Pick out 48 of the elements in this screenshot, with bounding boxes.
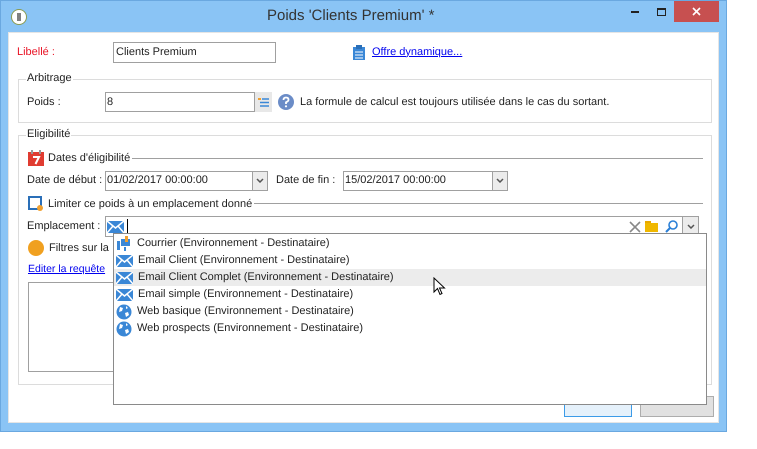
formula-button[interactable] — [255, 92, 272, 112]
envelope-icon — [116, 288, 133, 300]
help-icon — [278, 94, 294, 110]
close-icon — [692, 7, 701, 16]
option-label: Courrier (Environnement - Destinataire) — [137, 236, 330, 252]
weight-field[interactable]: 8 — [105, 92, 255, 112]
window-title: Poids 'Clients Premium' * — [267, 6, 434, 26]
field-label: Emplacement : — [26, 219, 102, 234]
dropdown-button[interactable] — [252, 172, 267, 190]
option-label: Email simple (Environnement - Destinataire) — [138, 287, 354, 302]
globe-icon — [116, 320, 132, 336]
field-label: Date de début : — [26, 173, 104, 188]
envelope-icon — [116, 272, 133, 284]
dropdown-button[interactable] — [492, 172, 507, 190]
option-label: Web basique (Environnement - Destinataire) — [137, 304, 354, 320]
end-date-field[interactable]: 15/02/2017 00:00:00 — [343, 170, 508, 190]
mailbox-icon — [116, 236, 132, 252]
group-title: Arbitrage — [26, 71, 73, 85]
edit-query-link[interactable]: Editer la requête — [28, 262, 106, 278]
group-title: Eligibilité — [26, 127, 72, 141]
chevron-down-icon — [496, 178, 504, 183]
chevron-down-icon — [686, 224, 694, 229]
option-label: Email Client (Environnement - Destinataire) — [138, 253, 350, 268]
search-icon[interactable] — [665, 220, 678, 233]
field-label: Date de fin : — [276, 173, 336, 188]
section-heading: Limiter ce poids à un emplacement donné — [48, 196, 252, 212]
app-icon — [11, 8, 27, 24]
close-button[interactable] — [674, 1, 719, 22]
section-heading: Dates d'éligibilité — [48, 151, 130, 166]
field-label: Poids : — [26, 94, 62, 110]
text-field[interactable]: Clients Premium — [113, 42, 276, 62]
option-label: Web prospects (Environnement - Destinataire) — [137, 321, 364, 336]
start-date-field[interactable]: 01/02/2017 00:00:00 — [105, 170, 268, 190]
list-icon — [258, 98, 269, 106]
folder-icon[interactable] — [645, 221, 658, 232]
clipboard-icon — [353, 44, 365, 60]
filter-label: Filtres sur la — [49, 241, 109, 256]
cursor-icon — [433, 277, 446, 296]
calendar-icon — [28, 150, 44, 166]
option-label: Email Client Complet (Environnement - Destinataire) — [138, 270, 394, 286]
globe-icon — [116, 304, 132, 320]
clear-icon[interactable] — [629, 220, 641, 232]
offer-link[interactable]: Offre dynamique... — [372, 44, 462, 60]
chevron-down-icon — [256, 178, 264, 183]
envelope-icon — [116, 254, 133, 266]
field-label: Libellé : — [16, 44, 56, 60]
dropdown-option[interactable]: Email Client Complet (Environnement - Destinataire) — [114, 269, 706, 286]
help-text: La formule de calcul est toujours utilisée dans le cas du sortant. — [300, 94, 610, 110]
